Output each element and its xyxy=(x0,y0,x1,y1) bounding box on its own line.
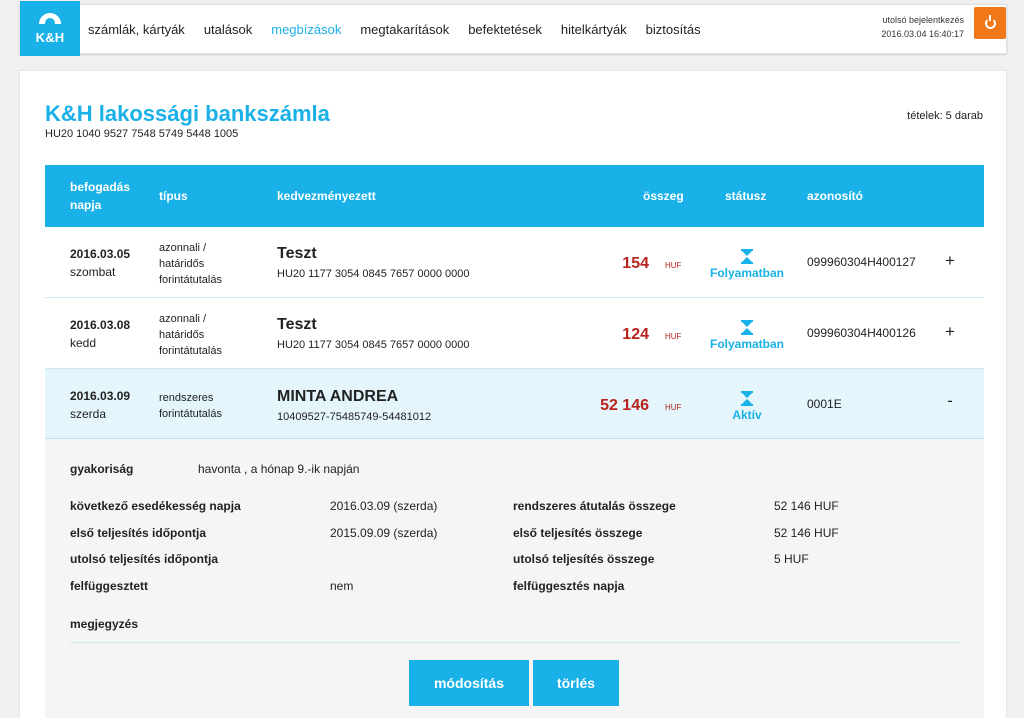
row-id: 099960304H400127 xyxy=(807,255,916,269)
account-orders-card: K&H lakossági bankszámla HU20 1040 9527 … xyxy=(19,70,1007,718)
row-type-line: határidős xyxy=(159,329,205,341)
table-row-expanded[interactable]: 2016.03.09 szerda rendszeres forintátuta… xyxy=(45,369,984,439)
row-currency: HUF xyxy=(665,403,682,412)
recurring-amount-value: 52 146 HUF xyxy=(774,499,839,513)
row-status-label: Folyamatban xyxy=(709,266,784,280)
nav-item-savings[interactable]: megtakarítások xyxy=(360,22,449,37)
account-title: K&H lakossági bankszámla xyxy=(45,101,330,126)
row-day: szombat xyxy=(70,265,116,279)
row-type-line: forintátutalás xyxy=(159,345,222,357)
logout-button[interactable] xyxy=(974,7,1006,39)
header-amount: összeg xyxy=(643,189,684,203)
nav-item-credit-cards[interactable]: hitelkártyák xyxy=(561,22,627,37)
row-date: 2016.03.08 xyxy=(70,318,131,332)
last-amount-label: utolsó teljesítés összege xyxy=(513,552,655,566)
nav-item-insurance[interactable]: biztosítás xyxy=(646,22,701,37)
nav-item-orders[interactable]: megbízások xyxy=(271,22,341,37)
orders-table: befogadás napja típus kedvezményezett ös… xyxy=(45,165,984,439)
row-id: 0001E xyxy=(807,397,842,411)
first-date-label: első teljesítés időpontja xyxy=(70,526,207,540)
frequency-label: gyakoriság xyxy=(70,462,134,476)
row-beneficiary-account: 10409527-75485749-54481012 xyxy=(277,411,432,423)
row-currency: HUF xyxy=(665,261,682,270)
row-day: kedd xyxy=(70,336,97,350)
row-status: Folyamatban xyxy=(709,320,785,351)
row-type-line: azonnali / xyxy=(159,313,207,325)
row-amount: 124 xyxy=(622,326,649,343)
last-login-value: 2016.03.04 16:40:17 xyxy=(881,29,964,39)
suspension-date-label: felfüggesztés napja xyxy=(513,579,625,593)
row-beneficiary: Teszt xyxy=(277,316,317,333)
kh-logo[interactable]: K&H xyxy=(20,1,80,56)
row-type-line: azonnali / xyxy=(159,242,207,254)
first-amount-label: első teljesítés összege xyxy=(513,526,643,540)
recurring-amount-label: rendszeres átutalás összege xyxy=(513,499,676,513)
kh-logo-mark-icon xyxy=(37,12,63,27)
row-beneficiary: MINTA ANDREA xyxy=(277,388,399,405)
row-status: Folyamatban xyxy=(709,249,785,280)
hourglass-icon xyxy=(741,391,753,406)
row-date: 2016.03.05 xyxy=(70,247,131,261)
main-nav: számlák, kártyák utalások megbízások meg… xyxy=(88,5,720,53)
last-amount-value: 5 HUF xyxy=(774,552,809,566)
last-login-info: utolsó bejelentkezés 2016.03.04 16:40:17 xyxy=(881,13,964,41)
header-beneficiary: kedvezményezett xyxy=(277,189,376,203)
suspended-value: nem xyxy=(330,579,354,593)
table-row[interactable]: 2016.03.08 kedd azonnali / határidős for… xyxy=(45,298,984,369)
note-label: megjegyzés xyxy=(70,617,139,631)
row-type-line: forintátutalás xyxy=(159,408,222,420)
first-date-value: 2015.09.09 (szerda) xyxy=(330,526,438,540)
row-type-line: forintátutalás xyxy=(159,274,222,286)
power-icon xyxy=(984,14,996,29)
table-row[interactable]: 2016.03.05 szombat azonnali / határidős … xyxy=(45,227,984,298)
expand-row-button[interactable]: + xyxy=(940,322,960,342)
row-beneficiary-account: HU20 1177 3054 0845 7657 0000 0000 xyxy=(277,339,470,351)
last-login-label: utolsó bejelentkezés xyxy=(882,15,964,25)
header-type: típus xyxy=(159,189,188,203)
items-count: tételek: 5 darab xyxy=(907,110,983,122)
row-type: rendszeres forintátutalás xyxy=(159,390,222,422)
first-amount-value: 52 146 HUF xyxy=(774,526,839,540)
next-due-label: következő esedékesség napja xyxy=(70,499,241,513)
logo-text: K&H xyxy=(35,29,65,45)
row-type-line: rendszeres xyxy=(159,392,214,404)
top-navigation-bar: K&H számlák, kártyák utalások megbízások… xyxy=(19,1,1007,56)
row-id: 099960304H400126 xyxy=(807,326,916,340)
row-type: azonnali / határidős forintátutalás xyxy=(159,311,222,359)
detail-divider xyxy=(70,642,960,643)
nav-item-transfers[interactable]: utalások xyxy=(204,22,252,37)
row-currency: HUF xyxy=(665,332,682,341)
next-due-value: 2016.03.09 (szerda) xyxy=(330,499,438,513)
row-amount: 52 146 xyxy=(600,397,649,414)
last-date-label: utolsó teljesítés időpontja xyxy=(70,552,219,566)
row-beneficiary: Teszt xyxy=(277,245,317,262)
row-type-line: határidős xyxy=(159,258,205,270)
account-number: HU20 1040 9527 7548 5749 5448 1005 xyxy=(45,128,239,140)
collapse-row-button[interactable]: - xyxy=(940,391,960,411)
expand-row-button[interactable]: + xyxy=(940,251,960,271)
header-date: befogadás napja xyxy=(70,180,131,212)
frequency-value: havonta , a hónap 9.-ik napján xyxy=(198,462,360,476)
delete-button[interactable]: törlés xyxy=(533,660,619,706)
table-header: befogadás napja típus kedvezményezett ös… xyxy=(45,165,984,227)
nav-item-investments[interactable]: befektetések xyxy=(468,22,542,37)
nav-item-accounts-cards[interactable]: számlák, kártyák xyxy=(88,22,185,37)
header-id: azonosító xyxy=(807,189,863,203)
row-date: 2016.03.09 xyxy=(70,389,131,403)
hourglass-icon xyxy=(741,320,753,335)
row-status: Aktív xyxy=(709,391,785,422)
row-amount: 154 xyxy=(622,255,649,272)
row-status-label: Folyamatban xyxy=(709,337,784,351)
suspended-label: felfüggesztett xyxy=(70,579,148,593)
row-status-label: Aktív xyxy=(732,408,762,422)
row-day: szerda xyxy=(70,407,107,421)
row-beneficiary-account: HU20 1177 3054 0845 7657 0000 0000 xyxy=(277,268,470,280)
header-status: státusz xyxy=(725,189,767,203)
row-type: azonnali / határidős forintátutalás xyxy=(159,240,222,288)
modify-button[interactable]: módosítás xyxy=(409,660,529,706)
hourglass-icon xyxy=(741,249,753,264)
order-detail-panel: gyakoriság havonta , a hónap 9.-ik napjá… xyxy=(45,439,984,718)
